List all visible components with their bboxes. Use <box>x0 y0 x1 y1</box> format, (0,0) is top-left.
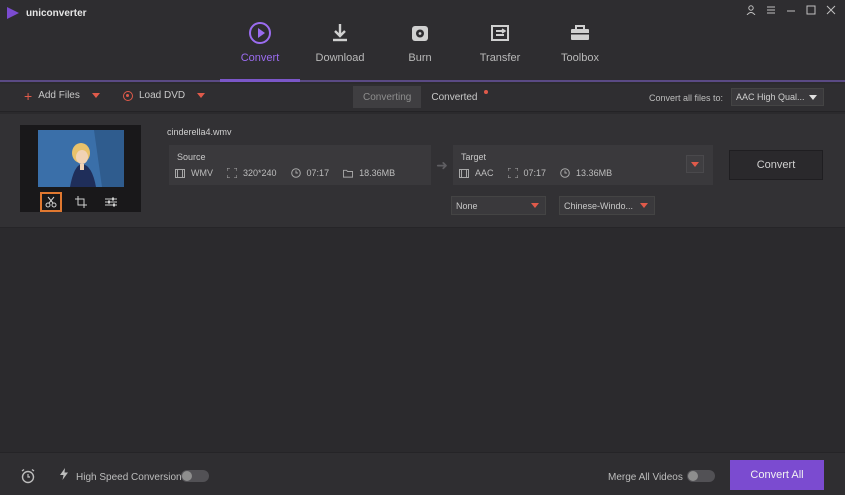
source-panel: Source WMV 320*240 07:17 18.36MB <box>169 145 431 185</box>
menu-icon[interactable] <box>765 4 777 16</box>
subtitle-select-value: None <box>456 200 478 211</box>
audio-track-select-value: Chinese-Windo... <box>564 200 634 211</box>
clock-icon <box>560 168 570 178</box>
target-resolution: 07:17 <box>507 168 547 178</box>
clock-icon <box>290 168 301 178</box>
lightning-icon <box>60 468 68 483</box>
file-name: cinderella4.wmv <box>167 127 232 137</box>
video-format-icon <box>459 168 469 178</box>
thumbnail-tools <box>20 191 141 212</box>
chevron-down-icon <box>691 161 699 167</box>
user-icon[interactable] <box>745 4 757 16</box>
uniconverter-logo-icon <box>7 7 19 19</box>
source-format: WMV <box>175 168 213 178</box>
window-controls <box>745 4 837 16</box>
nav-toolbox-label: Toolbox <box>561 52 599 64</box>
bottom-bar: High Speed Conversion Merge All Videos C… <box>0 452 845 495</box>
nav-burn-label: Burn <box>408 52 432 64</box>
tab-converted[interactable]: Converted <box>421 86 494 108</box>
nav-download-label: Download <box>315 52 365 64</box>
conversion-arrow-icon: ➜ <box>436 156 448 173</box>
source-resolution: 320*240 <box>227 168 277 178</box>
notification-dot <box>483 90 488 94</box>
add-files-label: Add Files <box>38 90 80 101</box>
dvd-icon <box>123 90 133 101</box>
status-tabs: Converting Converted <box>353 86 494 108</box>
plus-icon: + <box>24 87 33 104</box>
video-thumbnail-panel <box>20 125 141 212</box>
target-format-value: AAC <box>475 168 494 178</box>
add-files-dropdown-icon[interactable] <box>91 93 100 98</box>
target-size-value: 13.36MB <box>576 168 613 178</box>
nav-transfer[interactable]: Transfer <box>460 20 540 80</box>
load-dvd-label: Load DVD <box>139 90 186 101</box>
load-dvd-dropdown-icon[interactable] <box>197 93 206 98</box>
convert-all-format-value: AAC High Qual... <box>736 92 805 102</box>
tab-converted-label: Converted <box>431 91 478 103</box>
source-title: Source <box>177 152 206 162</box>
chevron-down-icon <box>809 95 817 100</box>
high-speed-conversion-toggle[interactable] <box>181 470 209 482</box>
nav-burn[interactable]: Burn <box>380 20 460 80</box>
target-panel: Target AAC 07:17 13.36MB <box>453 145 713 185</box>
close-icon[interactable] <box>825 4 837 16</box>
source-format-value: WMV <box>191 168 213 178</box>
active-nav-indicator <box>220 79 300 82</box>
top-bar: uniconverter Convert Download Burn Trans… <box>0 0 845 82</box>
app-logo: uniconverter <box>6 6 87 20</box>
source-duration: 07:17 <box>290 168 330 178</box>
source-size-value: 18.36MB <box>359 168 396 178</box>
main-nav: Convert Download Burn Transfer Toolbox <box>220 20 620 80</box>
maximize-icon[interactable] <box>805 4 817 16</box>
merge-all-videos-label: Merge All Videos <box>608 472 683 483</box>
folder-icon <box>343 169 354 178</box>
source-resolution-value: 320*240 <box>243 168 277 178</box>
convert-all-label: Convert all files to: <box>649 93 724 103</box>
target-format-dropdown[interactable] <box>686 155 704 173</box>
nav-transfer-label: Transfer <box>479 52 521 64</box>
crop-icon[interactable] <box>70 192 92 212</box>
video-format-icon <box>175 168 185 178</box>
nav-convert-label: Convert <box>240 52 280 64</box>
convert-button[interactable]: Convert <box>729 150 823 180</box>
target-title: Target <box>461 152 487 162</box>
source-size: 18.36MB <box>343 168 395 178</box>
target-meta: AAC 07:17 13.36MB <box>459 168 612 178</box>
chevron-down-icon <box>531 203 539 208</box>
target-duration: 13.36MB <box>560 168 612 178</box>
app-title: uniconverter <box>26 7 87 19</box>
nav-convert[interactable]: Convert <box>220 20 300 80</box>
alarm-clock-icon[interactable] <box>20 468 36 484</box>
convert-all-button[interactable]: Convert All <box>730 460 824 490</box>
target-format: AAC <box>459 168 494 178</box>
resolution-icon <box>227 168 237 178</box>
source-duration-value: 07:17 <box>306 168 330 178</box>
nav-download[interactable]: Download <box>300 20 380 80</box>
add-files-button[interactable]: + Add Files <box>24 87 100 104</box>
target-resolution-value: 07:17 <box>523 168 547 178</box>
tab-converting[interactable]: Converting <box>353 86 422 108</box>
load-dvd-button[interactable]: Load DVD <box>123 90 206 101</box>
minimize-icon[interactable] <box>785 4 797 16</box>
download-icon <box>327 20 353 46</box>
convert-all-format-select[interactable]: AAC High Qual... <box>731 88 824 106</box>
audio-track-select[interactable]: Chinese-Windo... <box>559 196 655 215</box>
video-thumbnail[interactable] <box>38 130 124 187</box>
resolution-icon <box>507 168 518 178</box>
transfer-icon <box>487 20 513 46</box>
trim-icon[interactable] <box>39 191 62 212</box>
effects-icon[interactable] <box>100 192 122 212</box>
nav-toolbox[interactable]: Toolbox <box>540 20 620 80</box>
chevron-down-icon <box>640 203 648 208</box>
subtitle-select[interactable]: None <box>451 196 546 215</box>
source-meta: WMV 320*240 07:17 18.36MB <box>175 168 395 178</box>
toggle-knob <box>182 471 192 481</box>
high-speed-conversion-label: High Speed Conversion <box>76 472 182 483</box>
burn-icon <box>407 20 433 46</box>
convert-icon <box>247 20 273 46</box>
merge-all-videos-toggle[interactable] <box>687 470 715 482</box>
toolbox-icon <box>567 20 593 46</box>
tab-converting-label: Converting <box>363 91 412 103</box>
toggle-knob <box>688 471 698 481</box>
